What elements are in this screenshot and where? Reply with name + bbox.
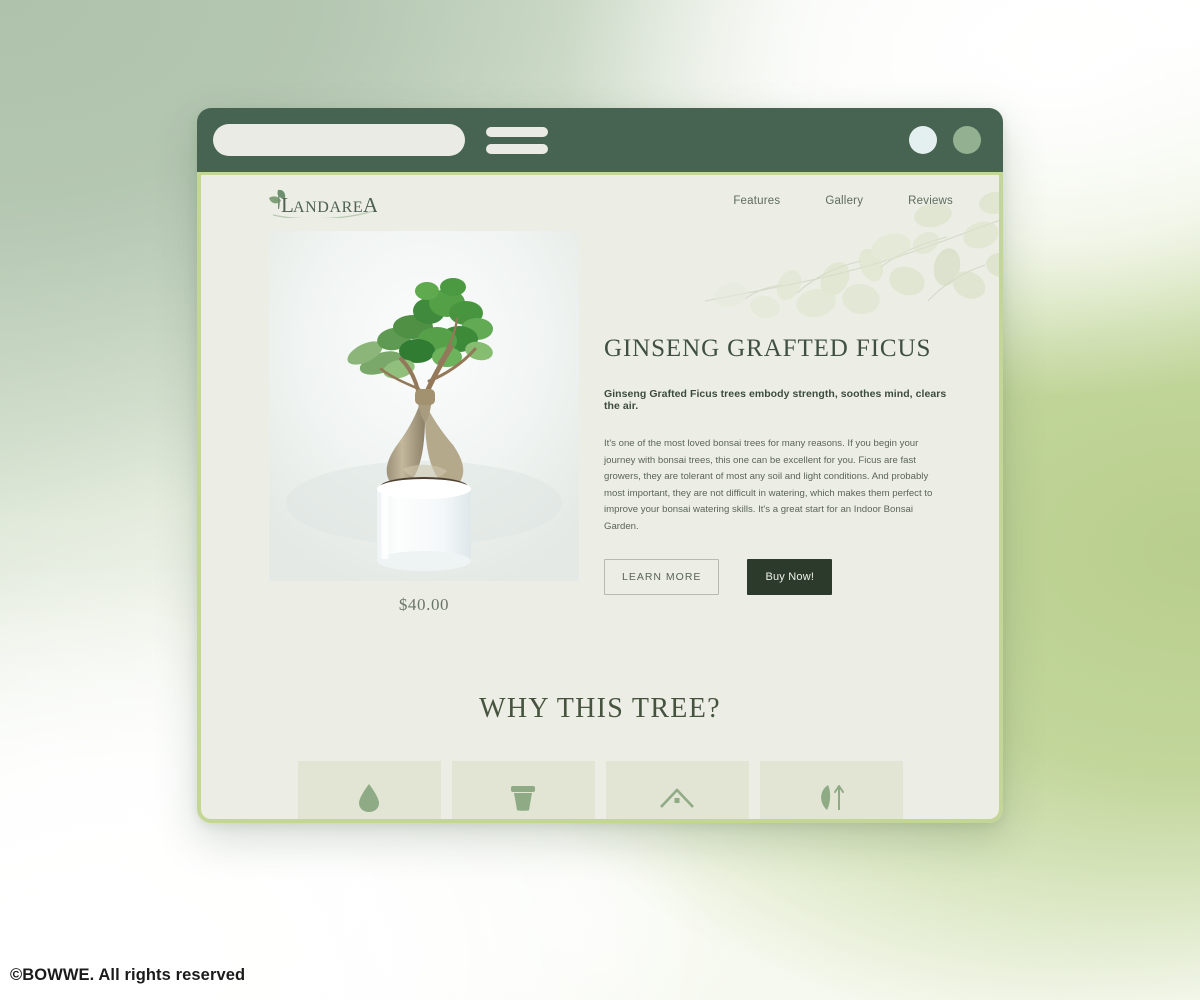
product-actions: LEARN MORE Buy Now! bbox=[604, 559, 964, 595]
landarea-logo-icon: L ANDARE A bbox=[269, 189, 377, 218]
features-section: WHY THIS TREE? EasyWatering bbox=[201, 693, 999, 819]
menu-bar-top bbox=[486, 126, 548, 137]
product-tagline: Ginseng Grafted Ficus trees embody stren… bbox=[604, 388, 947, 412]
browser-circle-light-icon[interactable] bbox=[909, 126, 937, 154]
browser-chrome-controls bbox=[909, 126, 981, 154]
site-header: L ANDARE A LANDAREA Features Gallery Rev… bbox=[201, 175, 999, 227]
browser-circle-sage-icon[interactable] bbox=[953, 126, 981, 154]
features-grid: EasyWatering Tolerant of most soils and … bbox=[201, 761, 999, 819]
hero-section: $40.00 GINSENG GRAFTED FICUS Ginseng Gra… bbox=[201, 227, 999, 615]
water-drop-icon bbox=[357, 783, 381, 813]
nav-link-gallery[interactable]: Gallery bbox=[825, 195, 863, 207]
product-image bbox=[269, 231, 579, 581]
product-media: $40.00 bbox=[269, 227, 579, 615]
product-info: GINSENG GRAFTED FICUS Ginseng Grafted Fi… bbox=[604, 227, 964, 615]
svg-text:ANDARE: ANDARE bbox=[293, 199, 363, 216]
plant-pot-icon bbox=[510, 783, 536, 813]
roof-house-icon bbox=[660, 783, 694, 813]
browser-chrome-bar bbox=[197, 108, 1003, 172]
feature-card-soil-tolerance: Tolerant of most soils and Lightning Lev… bbox=[451, 761, 595, 819]
footer-credit: ©BOWWE. All rights reserved bbox=[10, 966, 246, 984]
site-viewport-frame: L ANDARE A LANDAREA Features Gallery Rev… bbox=[197, 172, 1003, 823]
feature-card-indoor-growing: Great forIndoor Growing bbox=[605, 761, 749, 819]
site-page: L ANDARE A LANDAREA Features Gallery Rev… bbox=[201, 175, 999, 819]
features-heading: WHY THIS TREE? bbox=[479, 693, 721, 724]
site-navigation: Features Gallery Reviews bbox=[733, 195, 953, 207]
product-price: $40.00 bbox=[398, 595, 450, 614]
browser-window: L ANDARE A LANDAREA Features Gallery Rev… bbox=[197, 108, 1003, 823]
site-logo[interactable]: L ANDARE A LANDAREA bbox=[259, 184, 377, 218]
product-title: GINSENG GRAFTED FICUS bbox=[604, 335, 932, 362]
bonsai-photo-illustration bbox=[269, 231, 579, 581]
screenshot-root: L ANDARE A LANDAREA Features Gallery Rev… bbox=[0, 0, 1200, 1000]
learn-more-button[interactable]: LEARN MORE bbox=[604, 559, 720, 595]
menu-bar-bottom bbox=[486, 143, 548, 154]
nav-link-reviews[interactable]: Reviews bbox=[908, 195, 953, 207]
leaf-growth-arrow-icon bbox=[816, 783, 846, 813]
nav-link-features[interactable]: Features bbox=[733, 195, 780, 207]
url-input[interactable] bbox=[213, 124, 465, 156]
feature-card-easy-watering: EasyWatering bbox=[297, 761, 441, 819]
buy-now-button[interactable]: Buy Now! bbox=[747, 559, 833, 595]
product-description: It's one of the most loved bonsai trees … bbox=[604, 438, 933, 532]
feature-card-fast-growth: FastGrowth bbox=[759, 761, 903, 819]
hamburger-menu-icon[interactable] bbox=[486, 126, 548, 154]
